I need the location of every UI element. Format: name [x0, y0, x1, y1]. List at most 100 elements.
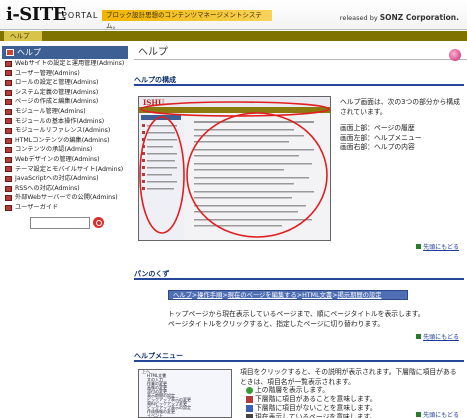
- back-to-top-link-1[interactable]: 先頭にもどる: [416, 242, 459, 251]
- book-icon: [5, 156, 12, 163]
- book-icon: [5, 127, 12, 134]
- sidebar-item[interactable]: ページの作成と編集(Admins): [2, 97, 128, 107]
- book-icon: [5, 108, 12, 115]
- sidebar-item[interactable]: JavaScriptへの対応(Admins): [2, 174, 128, 184]
- sidebar-item-label: テーマ設定とモバイルサイト(Admins): [15, 165, 124, 173]
- released-by: released by SONZ Corporation.: [340, 13, 459, 22]
- released-by-label: released by: [339, 14, 378, 22]
- top-breadcrumb-help[interactable]: ヘルプ: [4, 31, 42, 41]
- sidebar-item-label: ロールの設定と管理(Admins): [15, 79, 99, 87]
- folder-icon: [246, 396, 253, 403]
- sidebar-menu: Webサイトの設定と運用管理(Admins) ユーザー管理(Admins) ロールの…: [2, 59, 128, 213]
- section-heading-breadcrumb: パンのくず: [134, 270, 464, 280]
- breadcrumb-desc-line1: トップページから現在表示しているページまで、順にページタイトルを表示します。: [168, 310, 425, 318]
- sidebar-item-label: ページの作成と編集(Admins): [15, 98, 99, 106]
- book-icon: [5, 195, 12, 202]
- app-header: i-SITE PORTAL ブロック設計思想のコンテンツマネージメントシステム。…: [0, 0, 467, 30]
- sidebar-item-label: RSSへの対応(Admins): [15, 184, 80, 192]
- sidebar-item-label: 外部Webサーバーでの公開(Admins): [15, 194, 118, 202]
- sidebar-item[interactable]: コンテンツの承認(Admins): [2, 145, 128, 155]
- sidebar-search: [30, 216, 128, 229]
- structure-part-top: 画面上部：ページの履歴: [340, 124, 415, 132]
- breadcrumb-link[interactable]: 掲示期間の設定: [337, 292, 381, 299]
- logo-subtitle: PORTAL: [62, 11, 99, 20]
- sidebar-item-label: モジュール管理(Admins): [15, 107, 86, 115]
- book-icon: [5, 147, 12, 154]
- breadcrumb-desc: トップページから現在表示しているページまで、順にページタイトルを表示します。 ペ…: [168, 310, 463, 329]
- logo[interactable]: i-SITE: [6, 4, 66, 25]
- sidebar-item-label: システム定義の管理(Admins): [15, 88, 99, 96]
- sidebar: ヘルプ Webサイトの設定と運用管理(Admins) ユーザー管理(Admins)…: [2, 46, 128, 416]
- structure-diagram: ISHU: [139, 97, 330, 240]
- book-icon: [5, 175, 12, 182]
- book-icon: [5, 118, 12, 125]
- sidebar-item[interactable]: モジュールの基本操作(Admins): [2, 117, 128, 127]
- book-icon: [5, 89, 12, 96]
- book-icon: [5, 99, 12, 106]
- corp-name: SONZ Corporation.: [379, 13, 459, 22]
- book-icon: [5, 185, 12, 192]
- book-icon: [5, 166, 12, 173]
- breadcrumb-link[interactable]: 操作手順: [197, 292, 222, 299]
- book-icon: [5, 60, 12, 67]
- back-to-top-link-2[interactable]: 先頭にもどる: [416, 332, 459, 341]
- help-book-icon: [6, 49, 14, 56]
- top-breadcrumb-bar: ヘルプ: [0, 31, 467, 41]
- book-icon: [5, 204, 12, 211]
- sidebar-item-label: JavaScriptへの対応(Admins): [15, 175, 99, 183]
- sidebar-item-label: Webデザインの管理(Admins): [15, 155, 100, 163]
- thumbnail-menu-item: イベント: [147, 413, 163, 418]
- sidebar-header: ヘルプ: [2, 46, 128, 59]
- breadcrumb-desc-line2: ページタイトルをクリックすると、指定したページに切り替わります。: [168, 319, 385, 328]
- search-icon[interactable]: [93, 217, 104, 228]
- breadcrumb-link[interactable]: HTML文書: [302, 292, 332, 299]
- folder-icon: [246, 405, 253, 412]
- flower-icon: [449, 49, 461, 61]
- sidebar-item[interactable]: テーマ設定とモバイルサイト(Admins): [2, 165, 128, 175]
- structure-part-left: 画面左部：ヘルプメニュー: [340, 133, 422, 142]
- book-icon: [5, 79, 12, 86]
- structure-intro: ヘルプ画面は、次の3つの部分から構成されています。: [340, 98, 460, 116]
- up-arrow-icon: [246, 387, 253, 394]
- sidebar-item-label: モジュールリファレンス(Admins): [15, 127, 111, 135]
- back-to-top-link-3[interactable]: 先頭にもどる: [416, 410, 459, 418]
- sidebar-item[interactable]: 外部Webサーバーでの公開(Admins): [2, 193, 128, 203]
- sidebar-item[interactable]: Webサイトの設定と運用管理(Admins): [2, 59, 128, 69]
- screenshot-thumbnail-structure: ISHU: [138, 96, 331, 241]
- tagline: ブロック設計思想のコンテンツマネージメントシステム。: [102, 10, 272, 30]
- sidebar-item[interactable]: モジュール管理(Admins): [2, 107, 128, 117]
- help-menu-thumbnail: 上へ HTML文書 文の入力 作業の変更 画像の変更 添付の変更 表示期間の設定 ピックアップ…: [138, 369, 232, 418]
- sidebar-item[interactable]: ユーザー管理(Admins): [2, 69, 128, 79]
- page-title: ヘルプ: [134, 46, 467, 60]
- sidebar-item-label: HTMLコンテンツの編集(Admins): [15, 136, 110, 144]
- sidebar-item-label: ユーザー管理(Admins): [15, 69, 80, 77]
- sidebar-item[interactable]: ユーザーガイド: [2, 203, 128, 213]
- sidebar-item[interactable]: モジュールリファレンス(Admins): [2, 126, 128, 136]
- book-icon: [5, 137, 12, 144]
- current-page-icon: [246, 414, 253, 418]
- sidebar-item-label: モジュールの基本操作(Admins): [15, 117, 105, 125]
- search-input[interactable]: [30, 216, 90, 229]
- legend-row: 上の階層を表示します。: [246, 386, 462, 395]
- sidebar-item[interactable]: Webデザインの管理(Admins): [2, 155, 128, 165]
- legend-text: 現在表示しているページを意味します。: [255, 412, 377, 418]
- section-heading-structure: ヘルプの構成: [134, 76, 464, 86]
- sidebar-item-label: Webサイトの設定と運用管理(Admins): [15, 60, 125, 67]
- sidebar-item-label: ユーザーガイド: [15, 203, 59, 211]
- structure-parts: 画面上部：ページの履歴 画面左部：ヘルプメニュー 画面右部：ヘルプの内容: [340, 124, 460, 153]
- sidebar-item[interactable]: RSSへの対応(Admins): [2, 184, 128, 194]
- main-content: ヘルプ ヘルプの構成 ISHU ヘルプ画面は、次の3つの部分から構成されています…: [134, 46, 467, 418]
- sidebar-item-label: コンテンツの承認(Admins): [15, 146, 93, 154]
- sidebar-item[interactable]: ロールの設定と管理(Admins): [2, 78, 128, 88]
- breadcrumb-example: ヘルプ>操作手順>現在のページを編集する>HTML文書>掲示期間の設定: [168, 290, 408, 300]
- section-heading-help-menu: ヘルプメニュー: [134, 352, 464, 362]
- sidebar-title: ヘルプ: [17, 48, 41, 57]
- help-menu-desc: 項目をクリックすると、その説明が表示されます。下層階に項目があるときは、項目名が…: [240, 368, 457, 386]
- sidebar-item[interactable]: HTMLコンテンツの編集(Admins): [2, 136, 128, 146]
- legend-row: 下層階に項目があることを意味します。: [246, 395, 462, 404]
- breadcrumb-link[interactable]: 現在のページを編集する: [228, 292, 297, 299]
- book-icon: [5, 70, 12, 77]
- breadcrumb-link[interactable]: ヘルプ: [173, 292, 192, 299]
- sidebar-item[interactable]: システム定義の管理(Admins): [2, 88, 128, 98]
- structure-part-right: 画面右部：ヘルプの内容: [340, 143, 415, 152]
